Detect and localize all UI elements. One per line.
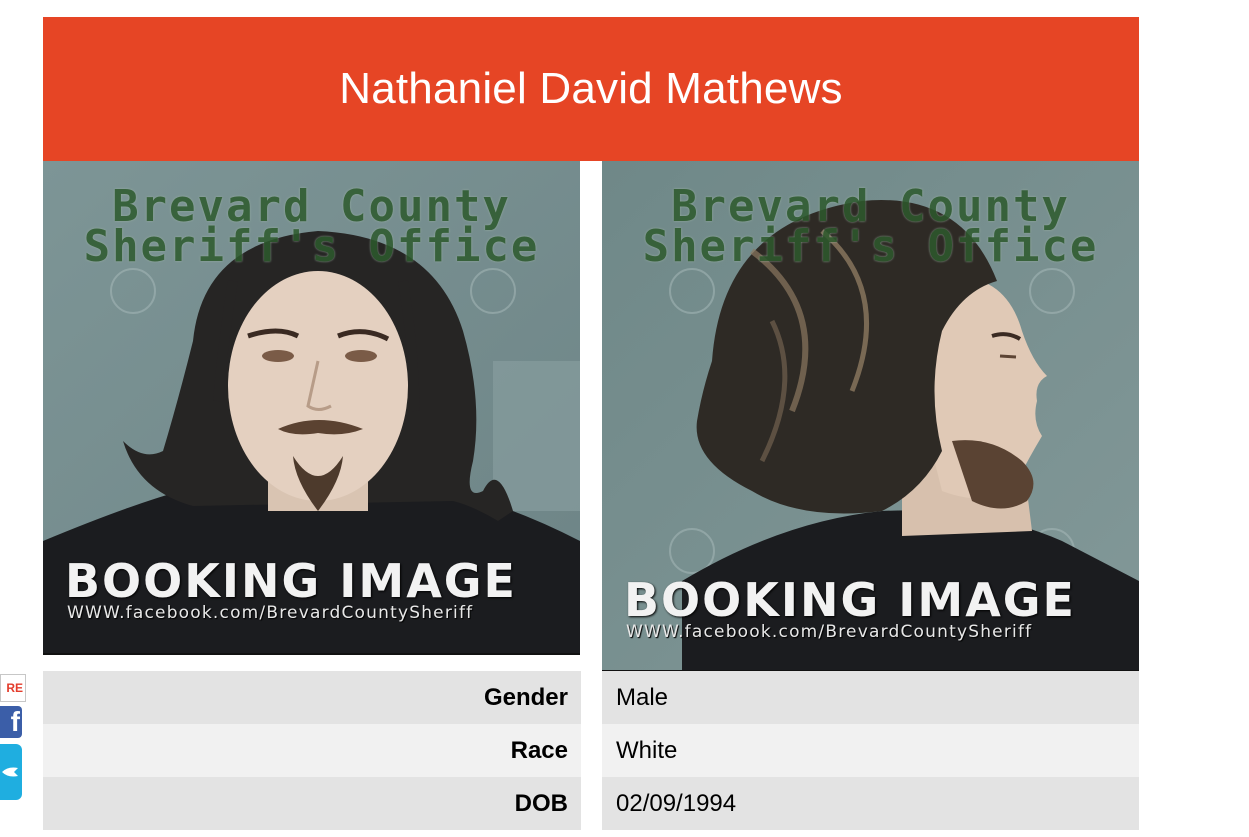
table-row: Gender Male (43, 671, 1139, 724)
booking-image-label: BOOKING IMAGE (624, 573, 1076, 627)
booking-image-url: WWW.facebook.com/BrevardCountySheriff (67, 603, 474, 623)
facebook-icon[interactable]: f (0, 706, 22, 738)
page-title-banner: Nathaniel David Mathews (43, 17, 1139, 161)
table-row: Race White (43, 724, 1139, 777)
dob-value: 02/09/1994 (602, 777, 1139, 830)
inmate-name: Nathaniel David Mathews (339, 64, 843, 113)
sheriff-watermark: Brevard County Sheriff's Office (43, 185, 580, 272)
gender-value: Male (602, 671, 1139, 724)
booking-image-label: BOOKING IMAGE (65, 554, 517, 608)
booking-photo-front: Brevard County Sheriff's Office BOOKING … (43, 161, 580, 655)
sheriff-watermark: Brevard County Sheriff's Office (602, 185, 1139, 272)
twitter-icon[interactable] (0, 744, 22, 800)
watermark-line-2: Sheriff's Office (83, 221, 540, 272)
race-label: Race (43, 724, 581, 777)
twitter-bird-icon (2, 767, 18, 777)
booking-photo-side: Brevard County Sheriff's Office BOOKING … (602, 161, 1139, 672)
table-row: DOB 02/09/1994 (43, 777, 1139, 830)
booking-image-url: WWW.facebook.com/BrevardCountySheriff (626, 622, 1033, 642)
facebook-glyph: f (10, 706, 20, 737)
gender-label: Gender (43, 671, 581, 724)
dob-label: DOB (43, 777, 581, 830)
share-label-text: RE (6, 681, 23, 695)
race-value: White (602, 724, 1139, 777)
watermark-line-2: Sheriff's Office (642, 221, 1099, 272)
inmate-details-table: Gender Male Race White DOB 02/09/1994 (43, 671, 1139, 830)
share-label-icon[interactable]: RE (0, 674, 26, 702)
